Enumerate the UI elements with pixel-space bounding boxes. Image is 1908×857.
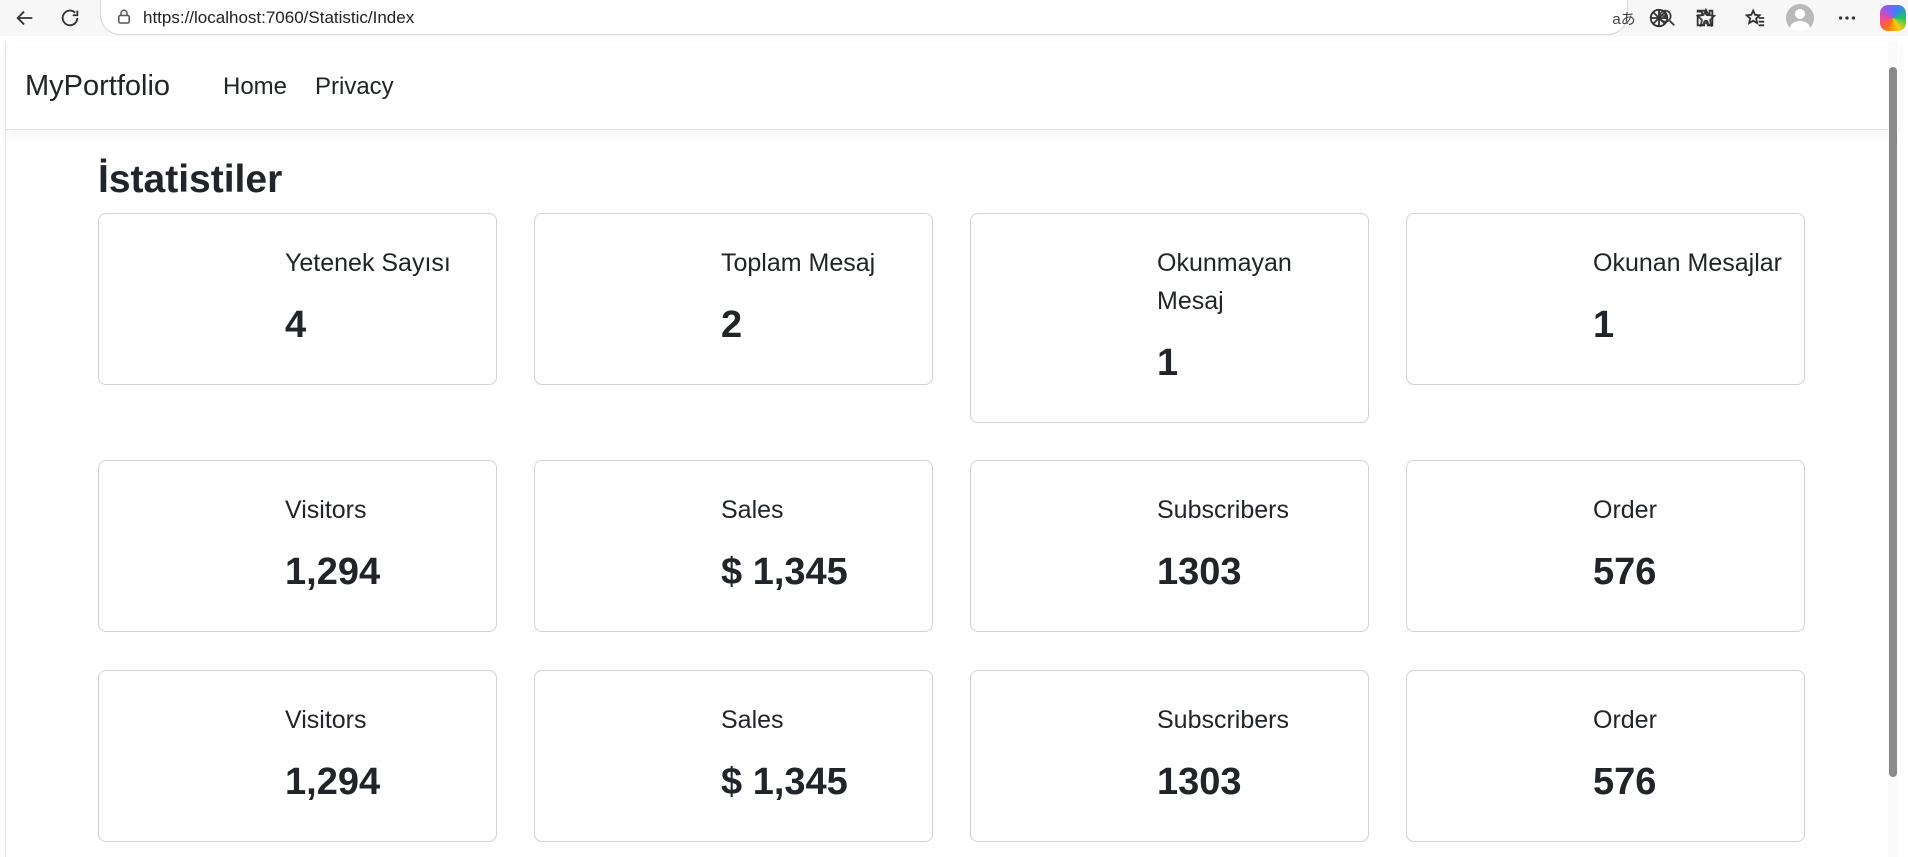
nav-link-privacy[interactable]: Privacy bbox=[315, 73, 394, 101]
translate-icon[interactable]: aあ bbox=[1611, 5, 1637, 31]
page-title: İstatistiler bbox=[98, 158, 283, 201]
reload-icon[interactable] bbox=[55, 3, 85, 33]
address-bar[interactable]: https://localhost:7060/Statistic/Index a… bbox=[100, 0, 1717, 35]
stat-card-value: $ 1,345 bbox=[721, 551, 848, 593]
stat-card-title: Sales bbox=[721, 496, 784, 524]
copilot-icon[interactable] bbox=[1878, 3, 1908, 33]
stat-card-title: Visitors bbox=[285, 496, 367, 524]
nav-link-home[interactable]: Home bbox=[223, 73, 287, 101]
browser-toolbar: https://localhost:7060/Statistic/Index a… bbox=[0, 0, 1908, 36]
stat-card-title: Order bbox=[1593, 706, 1657, 734]
stat-card: Subscribers 1303 bbox=[970, 670, 1369, 842]
stat-card: Subscribers 1303 bbox=[970, 460, 1369, 632]
scrollbar[interactable] bbox=[1888, 42, 1898, 857]
stat-card-value: 1,294 bbox=[285, 761, 381, 803]
stat-card-value: 576 bbox=[1593, 761, 1657, 803]
url-text[interactable]: https://localhost:7060/Statistic/Index bbox=[143, 8, 414, 28]
stat-card: Visitors 1,294 bbox=[98, 670, 497, 842]
stat-card-title: Order bbox=[1593, 496, 1657, 524]
stat-card-value: 1303 bbox=[1157, 551, 1242, 593]
stat-card-title: Visitors bbox=[285, 706, 367, 734]
stat-card-value: $ 1,345 bbox=[721, 761, 848, 803]
stat-card-title: Subscribers bbox=[1157, 496, 1289, 524]
site-navbar: MyPortfolio Home Privacy bbox=[6, 42, 1899, 130]
profile-avatar-icon[interactable] bbox=[1785, 3, 1815, 33]
stat-card-value: 1303 bbox=[1157, 761, 1242, 803]
page-content: MyPortfolio Home Privacy İstatistiler Ye… bbox=[5, 42, 1899, 857]
favorites-icon[interactable] bbox=[1740, 3, 1770, 33]
stat-card: Yetenek Sayısı 4 bbox=[98, 213, 497, 385]
stat-card: Visitors 1,294 bbox=[98, 460, 497, 632]
stat-card-value: 1 bbox=[1157, 342, 1179, 384]
more-options-icon[interactable] bbox=[1832, 3, 1862, 33]
stat-card-value: 1,294 bbox=[285, 551, 381, 593]
stat-card: Okunan Mesajlar 1 bbox=[1406, 213, 1805, 385]
brand-link[interactable]: MyPortfolio bbox=[25, 70, 170, 103]
stat-card-value: 2 bbox=[721, 304, 743, 346]
stat-card-value: 576 bbox=[1593, 551, 1657, 593]
stat-card: Order 576 bbox=[1406, 670, 1805, 842]
stat-card: Okunmayan Mesaj 1 bbox=[970, 213, 1369, 423]
stat-card: Order 576 bbox=[1406, 460, 1805, 632]
stat-card-value: 1 bbox=[1593, 304, 1615, 346]
stat-card-value: 4 bbox=[285, 304, 307, 346]
stat-card-title: Toplam Mesaj bbox=[721, 249, 876, 277]
stat-card-title: Yetenek Sayısı bbox=[285, 249, 451, 277]
extension-icon[interactable] bbox=[1644, 3, 1674, 33]
lock-icon[interactable] bbox=[115, 8, 133, 26]
puzzle-extensions-icon[interactable] bbox=[1690, 3, 1720, 33]
stat-card: Sales $ 1,345 bbox=[534, 460, 933, 632]
stat-card-title: Okunmayan Mesaj bbox=[1157, 249, 1292, 315]
scrollbar-thumb[interactable] bbox=[1889, 67, 1897, 777]
stat-card: Toplam Mesaj 2 bbox=[534, 213, 933, 385]
stat-card-title: Okunan Mesajlar bbox=[1593, 249, 1782, 277]
stat-card-title: Sales bbox=[721, 706, 784, 734]
stat-card-title: Subscribers bbox=[1157, 706, 1289, 734]
back-arrow-icon[interactable] bbox=[10, 3, 40, 33]
stat-card: Sales $ 1,345 bbox=[534, 670, 933, 842]
